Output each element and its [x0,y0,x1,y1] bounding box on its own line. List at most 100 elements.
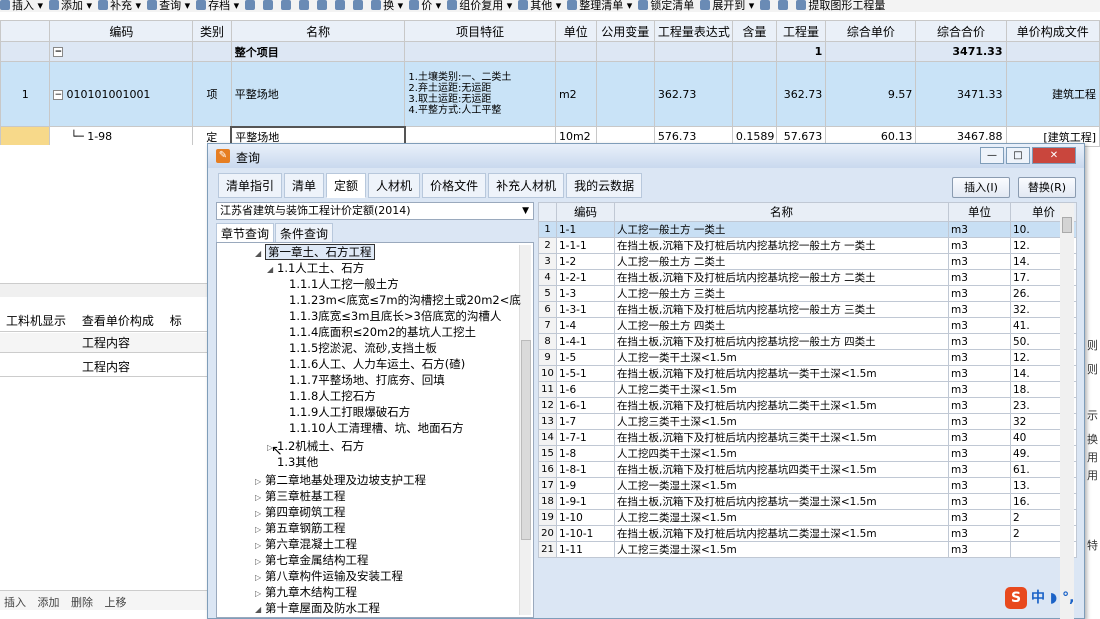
tree-toggle-icon[interactable]: ▷ [255,538,265,553]
toolbar-item[interactable] [778,0,790,11]
table-row[interactable]: 17 1-9 人工挖一类湿土深<1.5m m3 13. [538,477,1077,494]
col-header[interactable]: 含量 [731,20,777,42]
table-row[interactable]: 11 1-6 人工挖二类干土深<1.5m m3 18. [538,381,1077,398]
col-header[interactable]: 单位 [948,202,1011,222]
tree-toggle-icon[interactable]: ▷ [255,554,265,569]
scroll-thumb[interactable] [521,340,531,540]
tab-supp-materials[interactable]: 补充人材机 [488,173,565,198]
col-header[interactable]: 单位 [554,20,597,42]
insert-button[interactable]: 插入 [4,594,26,610]
table-row[interactable]: 4 1-2-1 在挡土板,沉箱下及打桩后坑内挖基坑挖一般土方 二类土 m3 17. [538,269,1077,286]
tree-node[interactable]: ◢ 1.1人工土、石方 [267,261,364,277]
scroll-thumb[interactable] [1062,217,1072,233]
tree-toggle-icon[interactable]: ▷ [255,506,265,521]
toolbar-item[interactable]: 其他 ▾ [518,0,561,11]
tree-node[interactable]: 1.1.10人工清理槽、坑、地面石方 [279,421,464,436]
toolbar-item[interactable]: 锁定清单 [638,0,694,11]
toolbar-item[interactable] [760,0,772,11]
table-row[interactable]: 20 1-10-1 在挡土板,沉箱下及打桩后坑内挖基坑二类湿土深<1.5m m3 2 [538,525,1077,542]
toolbar-item[interactable] [245,0,257,11]
table-row[interactable]: 18 1-9-1 在挡土板,沉箱下及打桩后坑内挖基坑一类湿土深<1.5m m3 16. [538,493,1077,510]
table-scrollbar[interactable] [1060,203,1074,619]
table-row[interactable]: 13 1-7 人工挖三类干土深<1.5m m3 32 [538,413,1077,430]
tree-node[interactable]: 1.1.7平整场地、打底夯、回填 [279,373,445,388]
col-header[interactable]: 类别 [192,20,232,42]
col-header[interactable]: 编码 [49,20,194,42]
table-row[interactable]: 8 1-4-1 在挡土板,沉箱下及打桩后坑内挖基坑挖一般土方 四类土 m3 50. [538,333,1077,350]
tab-list[interactable]: 清单 [284,173,325,198]
table-row[interactable]: 10 1-5-1 在挡土板,沉箱下及打桩后坑内挖基坑一类干土深<1.5m m3 14. [538,365,1077,382]
tab-condition-query[interactable]: 条件查询 [275,223,334,244]
close-button[interactable]: ✕ [1032,147,1076,164]
tree-toggle-icon[interactable]: ◢ [255,246,265,261]
move-up-button[interactable]: 上移 [105,594,127,610]
table-row[interactable]: 2 1-1-1 在挡土板,沉箱下及打桩后坑内挖基坑挖一般土方 一类土 m3 12. [538,237,1077,254]
collapse-icon[interactable]: − [53,89,64,100]
toolbar-item[interactable] [335,0,347,11]
tab-chapter-query[interactable]: 章节查询 [216,223,275,244]
tab-material-display[interactable]: 工料机显示 [0,310,72,331]
tree-node[interactable]: ◢ 第十章屋面及防水工程 [255,601,380,617]
toolbar-item[interactable]: 添加 ▾ [49,0,92,11]
tab-unit-price[interactable]: 查看单价构成 [76,310,160,331]
tree-node[interactable]: ◢ 第一章土、石方工程 [255,244,375,261]
add-button[interactable]: 添加 [38,594,60,610]
toolbar-item[interactable]: 存档 ▾ [196,0,239,11]
replace-button[interactable]: 替换(R) [1018,177,1076,198]
toolbar-item[interactable] [281,0,293,11]
toolbar-item[interactable]: 提取图形工程量 [796,0,885,11]
tree-toggle-icon[interactable]: ◢ [255,602,265,617]
delete-button[interactable]: 删除 [71,594,93,610]
tree-toggle-icon[interactable]: ▷ [255,490,265,505]
collapse-icon[interactable]: − [53,47,64,57]
summary-row[interactable]: − 整个项目 1 3471.33 [0,41,1100,62]
toolbar-item[interactable]: 整理清单 ▾ [567,0,632,11]
table-row[interactable]: 1 −010101001001 项 平整场地 1.土壤类别:一、二类土 2.弃土… [0,61,1100,127]
tree-node[interactable]: 1.1.5挖淤泥、流砂,支挡土板 [279,341,437,356]
col-header[interactable]: 编码 [556,202,615,222]
tree-node[interactable]: ▷ 第五章钢筋工程 [255,521,346,537]
table-row[interactable]: 5 1-3 人工挖一般土方 三类土 m3 26. [538,285,1077,302]
tree-node[interactable]: ▷ 第四章砌筑工程 [255,505,346,521]
tab-price-file[interactable]: 价格文件 [422,173,487,198]
table-row[interactable]: 12 1-6-1 在挡土板,沉箱下及打桩后坑内挖基坑二类干土深<1.5m m3 23. [538,397,1077,414]
toolbar-item[interactable] [353,0,365,11]
tree-node[interactable]: ▷ 第八章构件运输及安装工程 [255,569,403,585]
table-row[interactable]: 14 1-7-1 在挡土板,沉箱下及打桩后坑内挖基坑三类干土深<1.5m m3 40 [538,429,1077,446]
tree-node[interactable]: 1.1.9人工打眼爆破石方 [279,405,410,420]
toolbar-item[interactable]: 换 ▾ [371,0,403,11]
table-row[interactable]: 6 1-3-1 在挡土板,沉箱下及打桩后坑内挖基坑挖一般土方 三类土 m3 32. [538,301,1077,318]
tree-node[interactable]: 1.1.4底面积≤20m2的基坑人工挖土 [279,325,476,340]
col-header[interactable]: 工程量 [775,20,827,42]
col-header[interactable]: 项目特征 [404,20,556,42]
col-header[interactable] [538,202,557,222]
tree-node[interactable]: ▷ 第二章地基处理及边坡支护工程 [255,473,426,489]
col-header[interactable]: 综合单价 [825,20,917,42]
tree-toggle-icon[interactable]: ◢ [267,262,277,277]
table-row[interactable]: 21 1-11 人工挖三类湿土深<1.5m m3 [538,541,1077,558]
tree-node[interactable]: ▷ 第七章金属结构工程 [255,553,369,569]
tree-toggle-icon[interactable]: ▷ [255,586,265,601]
table-row[interactable]: 1 1-1 人工挖一般土方 一类土 m3 10. [538,221,1077,238]
toolbar-item[interactable]: 查询 ▾ [147,0,190,11]
tree-node[interactable]: 1.1.1人工挖一般土方 [279,277,399,292]
table-row[interactable]: 15 1-8 人工挖四类干土深<1.5m m3 49. [538,445,1077,462]
toolbar-item[interactable] [263,0,275,11]
insert-button[interactable]: 插入(I) [952,177,1010,198]
tree-node[interactable]: 1.1.8人工挖石方 [279,389,376,404]
tree-node[interactable]: 1.1.6人工、人力车运土、石方(碴) [279,357,465,372]
toolbar-item[interactable]: 展开到 ▾ [700,0,754,11]
toolbar-item[interactable]: 插入 ▾ [0,0,43,11]
tree-node[interactable]: ▷ 第三章桩基工程 [255,489,346,505]
tree-node[interactable]: ▷ 第六章混凝土工程 [255,537,357,553]
tree-node[interactable]: 1.1.3底宽≤3m且底长>3倍底宽的沟槽人 [279,309,501,324]
tree-toggle-icon[interactable]: ▷ [255,570,265,585]
table-row[interactable]: 3 1-2 人工挖一般土方 二类土 m3 14. [538,253,1077,270]
col-header[interactable]: 综合合价 [915,20,1007,42]
table-row[interactable]: 9 1-5 人工挖一类干土深<1.5m m3 12. [538,349,1077,366]
toolbar-item[interactable]: 补充 ▾ [98,0,141,11]
toolbar-item[interactable] [299,0,311,11]
tree-node[interactable]: ▷ 第九章木结构工程 [255,585,357,601]
tab-materials[interactable]: 人材机 [368,173,421,198]
tab-more[interactable]: 标 [164,310,188,331]
